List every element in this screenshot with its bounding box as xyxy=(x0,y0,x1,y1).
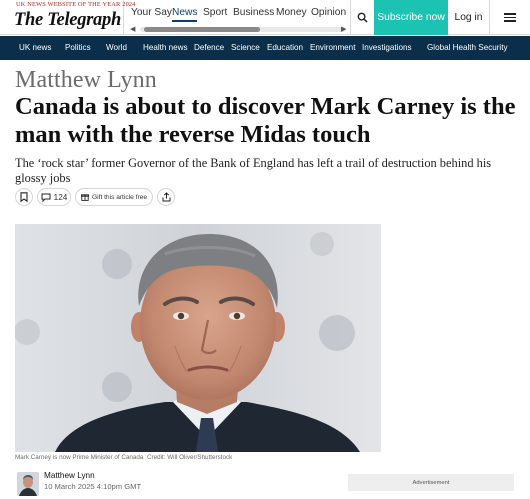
article-hero-image xyxy=(15,224,381,452)
search-icon xyxy=(357,12,368,23)
award-banner: UK NEWS WEBSITE OF THE YEAR 2024 xyxy=(16,1,136,8)
telegraph-logo[interactable]: The Telegraph xyxy=(14,10,121,31)
section-health-news[interactable]: Health news xyxy=(143,36,188,60)
section-education[interactable]: Education xyxy=(267,36,303,60)
advertisement-slot[interactable]: Advertisement xyxy=(348,474,514,491)
section-world[interactable]: World xyxy=(106,36,127,60)
tab-business[interactable]: Business xyxy=(233,6,274,22)
nav-scrollbar-thumb[interactable] xyxy=(144,27,260,32)
share-button[interactable] xyxy=(157,188,175,206)
gift-icon xyxy=(81,194,90,201)
gift-article-button[interactable]: Gift this article free xyxy=(75,188,153,206)
section-uk-news[interactable]: UK news xyxy=(19,36,51,60)
author-avatar-portrait xyxy=(17,472,39,496)
advertisement-label: Advertisement xyxy=(412,479,450,486)
menu-button[interactable] xyxy=(490,0,530,35)
article-headline: Canada is about to discover Mark Carney … xyxy=(15,93,516,148)
section-global-health-security[interactable]: Global Health Security xyxy=(427,36,508,60)
scroll-left-icon[interactable]: ◀ xyxy=(130,25,135,34)
section-science[interactable]: Science xyxy=(231,36,260,60)
tab-opinion[interactable]: Opinion xyxy=(311,6,346,22)
tab-sport[interactable]: Sport xyxy=(203,6,227,22)
gift-article-label: Gift this article free xyxy=(92,193,147,201)
section-investigations[interactable]: Investigations xyxy=(362,36,412,60)
search-button[interactable] xyxy=(350,0,374,35)
hamburger-menu-icon xyxy=(504,11,516,24)
tab-your-say[interactable]: Your Say xyxy=(131,6,172,22)
byline-author-name[interactable]: Matthew Lynn xyxy=(44,471,95,480)
author-kicker[interactable]: Matthew Lynn xyxy=(15,67,157,94)
section-environment[interactable]: Environment xyxy=(310,36,355,60)
share-icon xyxy=(162,192,170,202)
section-defence[interactable]: Defence xyxy=(194,36,224,60)
tab-news[interactable]: News xyxy=(172,6,198,22)
mark-carney-portrait xyxy=(15,224,381,452)
tab-money[interactable]: Money xyxy=(276,6,307,22)
byline-date: 10 March 2025 4:10pm GMT xyxy=(44,482,142,491)
brand[interactable]: UK NEWS WEBSITE OF THE YEAR 2024 The Tel… xyxy=(0,0,135,35)
section-politics[interactable]: Politics xyxy=(65,36,91,60)
comment-count: 124 xyxy=(53,192,68,202)
image-credit: Credit: Will Oliver/Shutterstock xyxy=(146,454,233,461)
top-bar: UK NEWS WEBSITE OF THE YEAR 2024 The Tel… xyxy=(0,0,530,35)
section-nav: UK news Politics World Health news Defen… xyxy=(0,36,530,60)
bookmark-icon xyxy=(20,192,28,202)
image-caption: Mark Carney is now Prime Minister of Can… xyxy=(15,454,232,461)
author-avatar[interactable] xyxy=(17,472,39,496)
article-standfirst: The ‘rock star’ former Governor of the B… xyxy=(15,156,492,185)
scroll-right-icon[interactable]: ▶ xyxy=(341,25,346,34)
caption-text: Mark Carney is now Prime Minister of Can… xyxy=(15,454,144,461)
bookmark-button[interactable] xyxy=(15,188,33,206)
login-button[interactable]: Log in xyxy=(448,0,490,35)
subscribe-button[interactable]: Subscribe now xyxy=(374,0,448,35)
comment-icon xyxy=(41,193,51,202)
comments-button[interactable]: 124 xyxy=(37,188,71,206)
